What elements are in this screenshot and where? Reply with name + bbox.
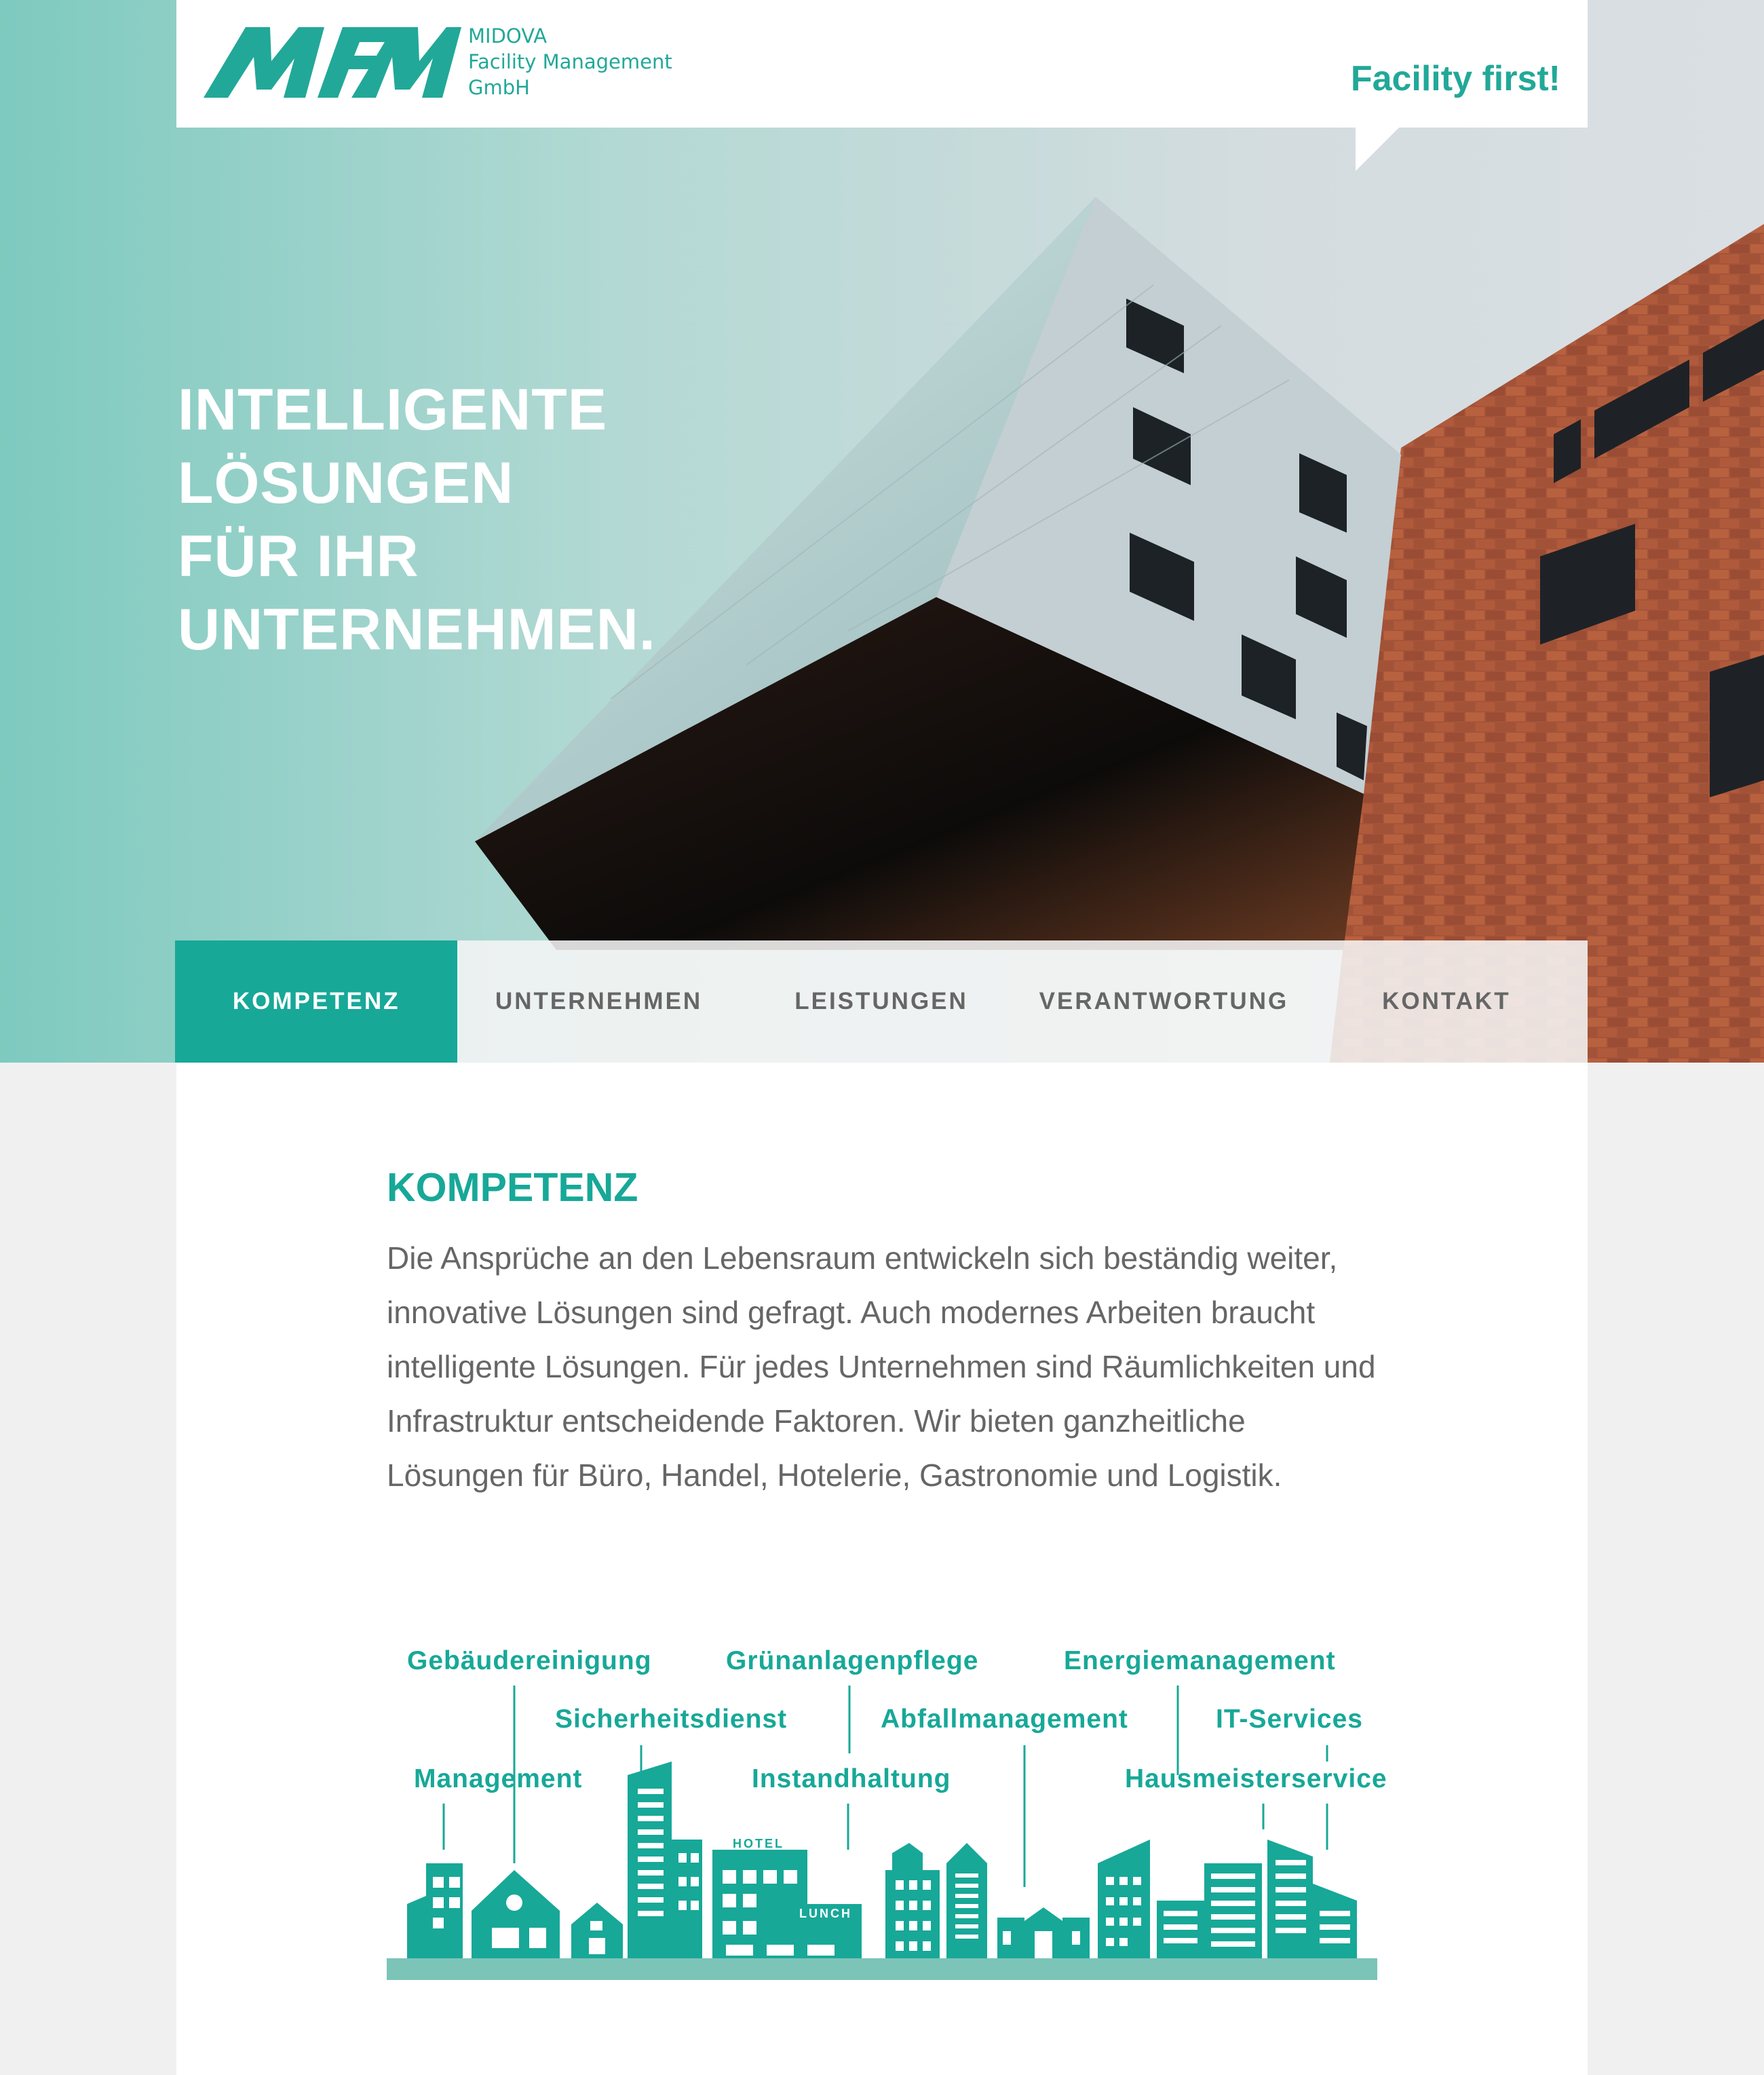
- nav-item-unternehmen[interactable]: UNTERNEHMEN: [457, 940, 740, 1063]
- company-line: MIDOVA: [468, 24, 548, 47]
- speech-bubble-tail: [1356, 126, 1400, 171]
- site-header: MIDOVA Facility Management GmbH Facility…: [176, 0, 1588, 128]
- main-nav: KOMPETENZ UNTERNEHMEN LEISTUNGEN VERANTW…: [175, 940, 1588, 1063]
- company-name: MIDOVA Facility Management GmbH: [468, 23, 672, 100]
- mfm-logo[interactable]: [204, 27, 461, 98]
- section-paragraph: Die Ansprüche an den Lebensraum entwicke…: [387, 1240, 1376, 1493]
- headline-line: LÖSUNGEN: [178, 451, 514, 516]
- content-card: KOMPETENZ Die Ansprüche an den Lebensrau…: [176, 1063, 1588, 2075]
- headline-line: INTELLIGENTE: [178, 377, 608, 442]
- nav-item-verantwortung[interactable]: VERANTWORTUNG: [1022, 940, 1305, 1063]
- headline-line: FÜR IHR: [178, 524, 419, 589]
- nav-item-kompetenz[interactable]: KOMPETENZ: [175, 940, 458, 1063]
- lunch-sign: LUNCH: [799, 1907, 852, 1920]
- company-line: Facility Management: [468, 50, 672, 73]
- nav-item-kontakt[interactable]: KONTAKT: [1305, 940, 1588, 1063]
- city-skyline-icon: HOTEL LUNCH: [387, 1686, 1377, 1980]
- services-illustration: Gebäudereinigung Grünanlagenpflege Energ…: [387, 1646, 1387, 1999]
- hero-headline: INTELLIGENTE LÖSUNGEN FÜR IHR UNTERNEHME…: [178, 373, 656, 666]
- nav-item-leistungen[interactable]: LEISTUNGEN: [740, 940, 1022, 1063]
- section-title: KOMPETENZ: [387, 1165, 638, 1210]
- headline-line: UNTERNEHMEN.: [178, 597, 656, 662]
- tagline: Facility first!: [1350, 59, 1560, 98]
- hotel-sign: HOTEL: [733, 1837, 784, 1850]
- company-line: GmbH: [468, 76, 530, 99]
